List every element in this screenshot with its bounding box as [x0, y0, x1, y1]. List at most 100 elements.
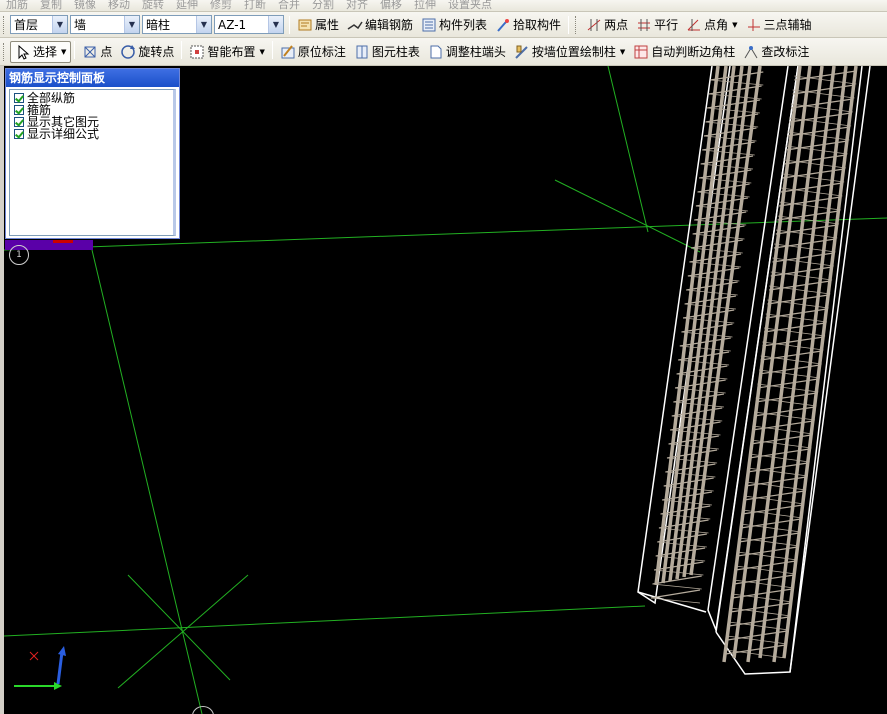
edit-rebar-button[interactable]: 编辑钢筋: [343, 14, 417, 36]
three-point-axis-button[interactable]: 三点辅轴: [742, 14, 816, 36]
panel-check-item[interactable]: 显示详细公式: [14, 128, 169, 140]
point-angle-label: 点角: [704, 18, 729, 32]
stirrup-rebar: [784, 159, 846, 169]
stirrup-rebar: [794, 75, 857, 85]
point-angle-button[interactable]: 点角 ▼: [682, 14, 741, 36]
checkbox-label: 显示详细公式: [27, 127, 100, 141]
three-point-axis-label: 三点辅轴: [763, 18, 812, 32]
axis-bubble: 1: [9, 245, 29, 265]
parallel-icon: [636, 17, 652, 33]
toolbar-separator: [74, 40, 76, 59]
smart-layout-label: 智能布置: [207, 45, 256, 59]
stirrup-rebar: [784, 154, 846, 165]
stirrup-rebar: [787, 126, 850, 137]
stirrup-rebar: [790, 103, 853, 113]
dropdown-arrow-icon[interactable]: ▼: [61, 48, 66, 56]
drawing-toolbar: 选择 ▼ 点旋转点 智能布置 ▼ 原位标注 图元柱表 调整柱端头 按墙位置绘制柱 ▼ 自动判断边角柱…: [0, 38, 887, 66]
auto-corner-column-button[interactable]: 自动判断边角柱: [629, 41, 739, 63]
pick-component-button[interactable]: 拾取构件: [491, 14, 565, 36]
properties-label: 属性: [315, 18, 340, 32]
point-button[interactable]: 点: [78, 41, 116, 63]
ghost-tool-6: 修剪: [210, 0, 232, 11]
draw-column-by-wall-label: 按墙位置绘制柱: [531, 45, 616, 59]
properties-icon: [297, 17, 313, 33]
stirrup-rebar: [782, 173, 845, 183]
component-toolbar: 首层 ▼ 墙 ▼ 暗柱 ▼ AZ-1 ▼ 属性 编辑钢筋 构件列表 拾取构件 两点 平行…: [0, 12, 887, 38]
component-name-select[interactable]: AZ-1 ▼: [214, 15, 284, 34]
two-points-icon: [586, 17, 602, 33]
toolbar-grip[interactable]: [3, 15, 6, 34]
component-buttons: 属性 编辑钢筋 构件列表 拾取构件: [293, 14, 565, 36]
checkbox[interactable]: [14, 105, 24, 115]
component-type-select[interactable]: 墙 ▼: [70, 15, 140, 34]
select-button[interactable]: 选择 ▼: [10, 40, 72, 63]
point-label: 点: [100, 45, 113, 59]
chevron-down-icon[interactable]: ▼: [268, 16, 283, 33]
stirrup-rebar: [780, 187, 843, 197]
toolbar-grip[interactable]: [575, 15, 578, 34]
stirrup-rebar: [705, 121, 759, 128]
adjust-column-end-button[interactable]: 调整柱端头: [424, 41, 510, 63]
rebar-display-panel[interactable]: 钢筋显示控制面板 全部纵筋 箍筋 显示其它图元 显示详细公式: [5, 68, 180, 239]
component-name-value: AZ-1: [218, 17, 247, 32]
component-type-value: 墙: [74, 18, 87, 32]
in-place-annotation-button[interactable]: 原位标注: [276, 41, 350, 63]
dropdown-arrow-icon[interactable]: ▼: [620, 48, 625, 56]
draw-column-by-wall-button[interactable]: 按墙位置绘制柱 ▼: [510, 41, 629, 63]
stirrup-rebar: [779, 196, 841, 207]
rotate-point-button[interactable]: 旋转点: [116, 41, 178, 63]
stirrup-rebar: [652, 583, 702, 590]
rotate-point-label: 旋转点: [138, 45, 175, 59]
ghost-tool-13: 设置夹点: [448, 0, 492, 11]
ghost-tool-7: 打断: [244, 0, 266, 11]
element-column-table-button[interactable]: 图元柱表: [350, 41, 424, 63]
panel-title[interactable]: 钢筋显示控制面板: [6, 69, 179, 87]
triad-arrows: [14, 646, 66, 690]
floor-select[interactable]: 首层 ▼: [10, 15, 68, 34]
chevron-down-icon[interactable]: ▼: [52, 16, 67, 33]
stirrup-rebar: [785, 145, 848, 155]
check-annotation-icon: [743, 44, 759, 60]
dropdown-arrow-icon[interactable]: ▼: [732, 21, 737, 29]
two-points-button[interactable]: 两点: [582, 14, 632, 36]
toolbar-separator: [568, 15, 570, 34]
toolbar-separator: [289, 15, 290, 34]
chevron-down-icon[interactable]: ▼: [196, 16, 211, 33]
annotation-icon: [280, 44, 296, 60]
stirrup-rebar: [765, 313, 827, 323]
sub-type-select[interactable]: 暗柱 ▼: [142, 15, 212, 34]
stirrup-rebar: [779, 201, 841, 211]
edit-toolbar-clipped: 加筋 复制 镜像 移动 旋转 延伸 修剪 打断 合并 分割 对齐 偏移 拉伸 设置夹点: [0, 0, 887, 12]
properties-button[interactable]: 属性: [293, 14, 343, 36]
stirrup-rebar: [787, 131, 850, 141]
ghost-tool-12: 拉伸: [414, 0, 436, 11]
chevron-down-icon[interactable]: ▼: [124, 16, 139, 33]
ghost-tool-10: 对齐: [346, 0, 368, 11]
stirrup-rebar: [782, 168, 845, 179]
stirrup-rebar: [710, 79, 764, 86]
edit-rebar-icon: [347, 17, 363, 33]
ghost-tool-5: 延伸: [176, 0, 198, 11]
checkbox[interactable]: [14, 117, 24, 127]
stirrup-rebar: [772, 257, 834, 267]
checkbox[interactable]: [14, 93, 24, 103]
corner-column-icon: [633, 44, 649, 60]
dropdown-arrow-icon[interactable]: ▼: [259, 48, 264, 56]
stirrup-rebar: [792, 89, 855, 99]
adjust-column-end-label: 调整柱端头: [445, 45, 506, 59]
ghost-tool-1: 复制: [40, 0, 62, 11]
component-list-button[interactable]: 构件列表: [417, 14, 491, 36]
smart-layout-button[interactable]: 智能布置 ▼: [185, 41, 268, 63]
stirrup-rebar: [774, 243, 836, 253]
cursor-icon: [15, 44, 31, 60]
longitudinal-rebar: [722, 66, 802, 663]
stirrup-rebar: [707, 107, 760, 114]
parallel-button[interactable]: 平行: [632, 14, 682, 36]
checkbox[interactable]: [14, 129, 24, 139]
stirrup-rebar: [769, 285, 831, 295]
stirrup-rebar: [785, 140, 848, 151]
check-annotation-button[interactable]: 查改标注: [739, 41, 813, 63]
toolbar-grip[interactable]: [3, 42, 6, 61]
toolbar-separator: [271, 40, 273, 59]
list-icon: [421, 17, 437, 33]
